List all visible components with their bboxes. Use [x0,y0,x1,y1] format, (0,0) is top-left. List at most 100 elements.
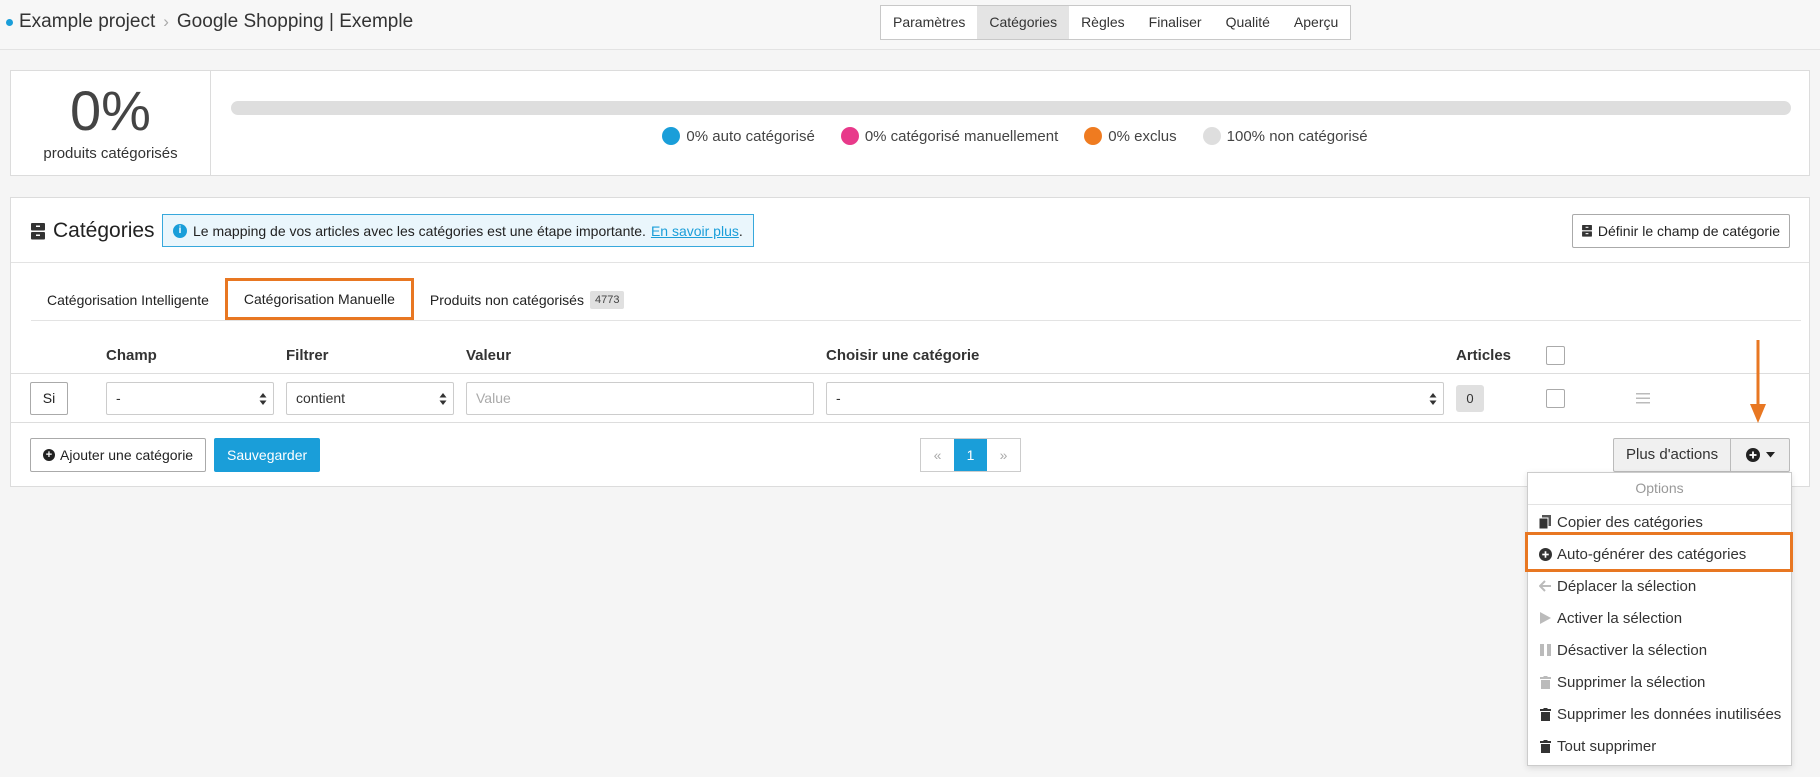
step-navigation: Paramètres Catégories Règles Finaliser Q… [880,5,1352,40]
breadcrumb-project[interactable]: Example project [19,11,155,33]
categories-title: Catégories [53,219,155,242]
pagination-page[interactable]: 1 [954,439,987,471]
play-icon [1538,611,1552,625]
menu-item-delete-selection[interactable]: Supprimer la sélection [1538,669,1783,695]
plus-circle-icon [1745,448,1760,462]
more-actions-dropdown: Options Copier des catégories Auto-génér… [1527,472,1792,766]
step-finaliser[interactable]: Finaliser [1137,6,1214,39]
plus-circle-icon: + [43,449,55,461]
add-category-button[interactable]: + Ajouter une catégorie [30,438,207,472]
pause-icon [1538,643,1552,657]
select-arrows-icon [439,393,447,405]
articles-count: 0 [1456,385,1484,412]
percent-box: 0% produits catégorisés [11,71,211,175]
dropdown-header: Options [1528,473,1791,505]
drag-handle-icon[interactable] [1636,393,1650,404]
condition-button[interactable]: Si [30,382,68,415]
category-select-value: - [836,390,841,406]
more-actions-button[interactable]: Plus d'actions [1614,439,1732,471]
trash-icon [1538,739,1552,753]
info-text: Le mapping de vos articles avec les caté… [193,222,646,239]
column-header-value: Valeur [466,347,512,364]
breadcrumb: Example project › Google Shopping | Exem… [6,11,413,33]
info-suffix: . [738,222,743,239]
caret-down-icon [1765,452,1775,458]
progress-bar [231,101,1791,115]
more-actions-toggle[interactable] [1731,439,1789,471]
save-button[interactable]: Sauvegarder [214,438,321,472]
filter-select[interactable]: contient [286,382,454,415]
column-header-category: Choisir une catégorie [826,347,980,364]
legend-dot-icon [662,127,681,145]
menu-item-move-selection[interactable]: Déplacer la sélection [1538,573,1783,599]
select-all-checkbox[interactable] [1546,346,1565,365]
highlight-box [1525,532,1793,572]
trash-icon [1538,707,1552,721]
pagination-prev[interactable]: « [921,439,954,471]
learn-more-link[interactable]: En savoir plus [651,223,739,239]
tab-uncategorized-products[interactable]: Produits non catégorisés 4773 [414,279,641,320]
menu-item-label: Désactiver la sélection [1557,641,1708,659]
add-category-label: Ajouter une catégorie [60,447,194,463]
step-qualite[interactable]: Qualité [1214,6,1282,39]
pagination: « 1 » [920,438,1021,472]
legend-dot-icon [840,127,859,145]
legend-manual: 0% catégorisé manuellement [840,127,1059,145]
column-header-filter: Filtrer [286,347,329,364]
value-input[interactable]: Value [466,382,814,415]
annotation-arrow-icon [1750,340,1766,423]
copy-icon [1538,515,1552,529]
trash-icon [1538,675,1552,689]
top-bar: Example project › Google Shopping | Exem… [0,0,1820,50]
breadcrumb-feed[interactable]: Google Shopping | Exemple [177,11,413,33]
row-checkbox[interactable] [1546,389,1565,408]
legend-dot-icon [1202,127,1221,145]
legend-label: 0% exclus [1108,127,1177,145]
define-category-field-label: Définir le champ de catégorie [1597,223,1780,239]
menu-item-label: Déplacer la sélection [1557,577,1697,595]
tab-manual-categorization[interactable]: Catégorisation Manuelle [224,278,414,320]
menu-item-label: Tout supprimer [1557,737,1657,755]
filter-select-value: contient [296,390,346,406]
field-select[interactable]: - [106,382,274,415]
categorization-tabs: Catégorisation Intelligente Catégorisati… [31,278,1801,321]
status-dot-icon [6,18,13,26]
menu-item-delete-all[interactable]: Tout supprimer [1538,733,1783,759]
progress-panel: 0% produits catégorisés 0% auto catégori… [10,70,1810,176]
menu-item-deactivate-selection[interactable]: Désactiver la sélection [1538,637,1783,663]
define-category-field-button[interactable]: Définir le champ de catégorie [1571,214,1790,248]
legend-auto: 0% auto catégorisé [662,127,815,145]
pagination-next[interactable]: » [987,439,1020,471]
step-regles[interactable]: Règles [1069,6,1137,39]
percent-label: produits catégorisés [43,145,178,162]
row-divider [10,373,1810,374]
legend-label: 0% catégorisé manuellement [864,127,1059,145]
select-arrows-icon [1429,393,1437,405]
legend-excluded: 0% exclus [1084,127,1177,145]
category-select[interactable]: - [826,382,1444,415]
legend-uncategorized: 100% non catégorisé [1202,127,1368,145]
select-arrows-icon [259,393,267,405]
step-categories[interactable]: Catégories [977,6,1070,39]
archive-icon [1581,225,1592,237]
arrow-left-icon [1538,579,1552,593]
column-header-field: Champ [106,347,157,364]
legend-dot-icon [1084,127,1103,145]
archive-icon [31,222,45,239]
menu-item-activate-selection[interactable]: Activer la sélection [1538,605,1783,631]
page-title: Catégories [31,219,155,243]
menu-item-delete-unused-data[interactable]: Supprimer les données inutilisées [1538,701,1783,727]
menu-item-label: Copier des catégories [1557,513,1703,531]
legend-label: 100% non catégorisé [1226,127,1368,145]
menu-item-label: Supprimer les données inutilisées [1557,705,1782,723]
tab-smart-categorization[interactable]: Catégorisation Intelligente [31,279,225,320]
categories-header: Catégories i Le mapping de vos articles … [11,198,1809,263]
chevron-right-icon: › [163,12,169,31]
step-apercu[interactable]: Aperçu [1282,6,1350,39]
step-parametres[interactable]: Paramètres [881,6,977,39]
menu-item-label: Activer la sélection [1557,609,1683,627]
more-actions-group: Plus d'actions [1613,438,1791,472]
menu-item-label: Supprimer la sélection [1557,673,1706,691]
progress-legend: 0% auto catégorisé 0% catégorisé manuell… [11,127,1809,145]
count-badge: 4773 [589,290,625,309]
